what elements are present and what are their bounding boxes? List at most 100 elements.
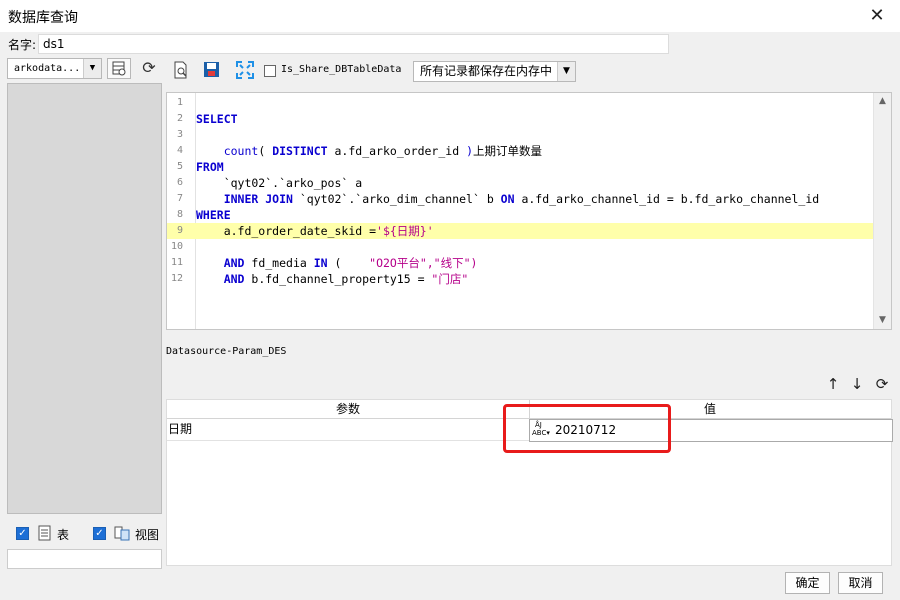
view-checkbox-label: 视图 xyxy=(135,528,160,542)
scroll-up-icon[interactable]: ▲ xyxy=(874,93,891,110)
code-token: b.fd_channel_property15 = xyxy=(244,272,432,286)
code-line: 3 xyxy=(167,127,875,143)
code-token: a.fd_arko_order_id xyxy=(327,144,467,158)
share-checkbox[interactable] xyxy=(264,65,276,77)
save-icon[interactable] xyxy=(203,61,223,81)
code-line: 10 xyxy=(167,239,875,255)
window-title: 数据库查询 xyxy=(8,10,78,26)
memory-mode-select[interactable]: 所有记录都保存在内存中 ▼ xyxy=(413,61,576,82)
code-token: a.fd_arko_channel_id = b.fd_arko_channel… xyxy=(514,192,820,206)
fullscreen-icon[interactable] xyxy=(236,61,256,81)
line-number: 10 xyxy=(170,241,183,252)
scroll-down-icon[interactable]: ▼ xyxy=(874,312,891,329)
name-label: 名字: xyxy=(8,38,37,52)
code-text: SELECT xyxy=(196,111,238,127)
code-line: 4 count( DISTINCT a.fd_arko_order_id )上期… xyxy=(167,143,875,159)
code-line: 1 xyxy=(167,95,875,111)
code-token: ON xyxy=(500,192,515,206)
view-checkbox[interactable]: ✓ xyxy=(93,527,106,540)
line-number: 6 xyxy=(176,177,183,188)
code-line: 8 WHERE xyxy=(167,207,875,223)
chevron-down-icon[interactable]: ▼ xyxy=(83,59,101,78)
database-select[interactable]: arkodata... ▼ xyxy=(7,58,102,79)
code-token: '${日期}' xyxy=(376,224,434,238)
code-text: AND fd_media IN ( "O2O平台","线下") xyxy=(196,255,478,271)
code-token: 上期订单数量 xyxy=(473,144,542,158)
view-icon xyxy=(114,525,130,541)
editor-vertical-scrollbar[interactable]: ▲ ▼ xyxy=(873,93,891,329)
code-token: WHERE xyxy=(196,208,231,222)
code-text: `qyt02`.`arko_pos` a xyxy=(196,175,362,191)
chevron-down-icon[interactable]: ▼ xyxy=(557,62,575,81)
share-checkbox-label: Is_Share_DBTableData xyxy=(281,64,402,75)
line-number: 8 xyxy=(176,209,183,220)
code-token: count xyxy=(223,144,259,158)
code-token: fd_media xyxy=(244,256,314,270)
code-token: "门店" xyxy=(431,272,469,286)
column-header-param: 参数 xyxy=(167,400,530,418)
code-line: 6 `qyt02`.`arko_pos` a xyxy=(167,175,875,191)
code-token: ( xyxy=(327,256,349,270)
code-token: AND xyxy=(223,272,245,286)
title-bar xyxy=(0,0,900,32)
code-token: ) xyxy=(466,144,473,158)
schema-settings-button[interactable] xyxy=(107,58,131,79)
ok-button[interactable]: 确定 xyxy=(785,572,830,594)
table-settings-icon xyxy=(112,61,126,76)
code-token: a.fd_order_date_skid = xyxy=(196,224,377,238)
memory-mode-value: 所有记录都保存在内存中 xyxy=(420,64,553,78)
preview-icon[interactable] xyxy=(171,60,191,80)
param-section-label: Datasource-Param_DES xyxy=(166,346,287,357)
table-tree-panel[interactable] xyxy=(7,83,162,514)
refresh-icon[interactable]: ⟳ xyxy=(874,376,890,392)
code-token: IN xyxy=(313,256,328,270)
line-number: 1 xyxy=(176,97,183,108)
code-text: count( DISTINCT a.fd_arko_order_id )上期订单… xyxy=(196,143,542,159)
code-line: 5 FROM xyxy=(167,159,875,175)
code-token: `qyt02`.`arko_dim_channel` b xyxy=(292,192,501,206)
annotation-highlight-box xyxy=(503,404,671,453)
code-line: 7 INNER JOIN `qyt02`.`arko_dim_channel` … xyxy=(167,191,875,207)
code-text: AND b.fd_channel_property15 = "门店" xyxy=(196,271,469,287)
database-select-value: arkodata... xyxy=(14,63,81,74)
table-checkbox[interactable]: ✓ xyxy=(16,527,29,540)
code-text: a.fd_order_date_skid ='${日期}' xyxy=(196,223,434,239)
line-number: 9 xyxy=(176,225,183,236)
param-name: 日期 xyxy=(168,422,193,436)
refresh-icon[interactable]: ⟳ xyxy=(137,58,161,79)
close-icon[interactable]: ✕ xyxy=(866,5,888,27)
table-icon xyxy=(38,525,52,541)
line-number: 2 xyxy=(176,113,183,124)
line-number: 11 xyxy=(170,257,183,268)
code-token: "O2O平台","线下") xyxy=(348,256,478,270)
code-token: `qyt02`.`arko_pos` a xyxy=(196,176,363,190)
line-number: 7 xyxy=(176,193,183,204)
code-line: 9 a.fd_order_date_skid ='${日期}' xyxy=(167,223,875,239)
code-token: ( xyxy=(258,144,273,158)
name-input[interactable]: ds1 xyxy=(38,34,669,54)
code-token: AND xyxy=(223,256,245,270)
code-token: FROM xyxy=(196,160,224,174)
line-number: 4 xyxy=(176,145,183,156)
code-line: 2 SELECT xyxy=(167,111,875,127)
code-token: DISTINCT xyxy=(272,144,328,158)
code-text: INNER JOIN `qyt02`.`arko_dim_channel` b … xyxy=(196,191,819,207)
arrow-up-icon[interactable]: ↑ xyxy=(825,376,841,392)
table-checkbox-label: 表 xyxy=(57,528,70,542)
code-token: INNER JOIN xyxy=(223,192,293,206)
sql-editor[interactable]: 1 2 SELECT 3 4 count( DISTINCT a.fd_arko_ord… xyxy=(166,92,892,330)
line-number: 12 xyxy=(170,273,183,284)
arrow-down-icon[interactable]: ↓ xyxy=(849,376,865,392)
line-number: 5 xyxy=(176,161,183,172)
line-number: 3 xyxy=(176,129,183,140)
code-line: 12 AND b.fd_channel_property15 = "门店" xyxy=(167,271,875,287)
code-text: WHERE xyxy=(196,207,231,223)
code-line: 11 AND fd_media IN ( "O2O平台","线下") xyxy=(167,255,875,271)
table-filter-input[interactable] xyxy=(7,549,162,569)
cancel-button[interactable]: 取消 xyxy=(838,572,883,594)
code-token: SELECT xyxy=(196,112,238,126)
